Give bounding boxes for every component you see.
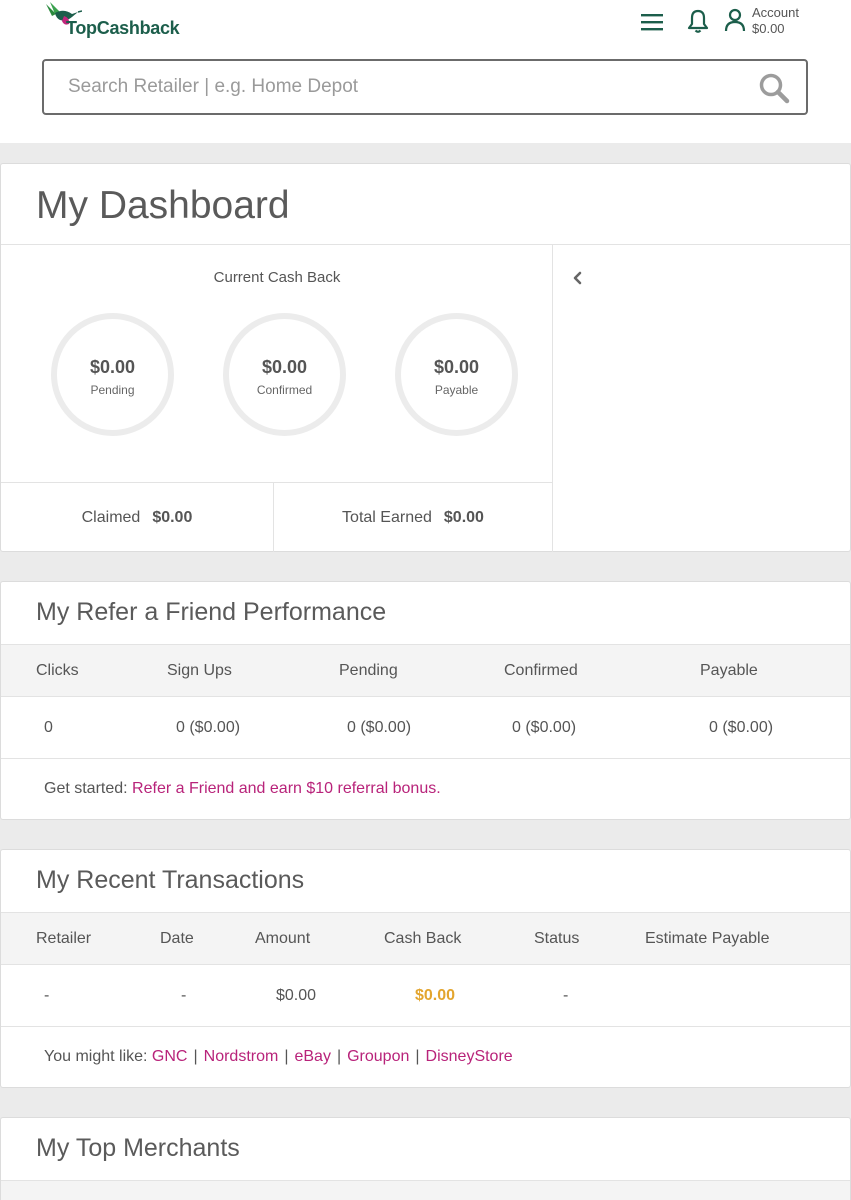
refer-a-friend-link[interactable]: Refer a Friend and earn $10 referral bon… — [132, 780, 441, 797]
confirmed-circle: $0.00 Confirmed — [223, 313, 346, 436]
column-header: Status — [534, 930, 580, 947]
separator: | — [284, 1048, 289, 1065]
table-row: - - $0.00 $0.00 - — [1, 965, 850, 1027]
confirmed-amount: $0.00 — [261, 357, 308, 377]
table-row: 0 0 ($0.00) 0 ($0.00) 0 ($0.00) 0 ($0.00… — [1, 697, 850, 759]
table-header: Retailer Date Amount Cash Back Status Es… — [1, 912, 850, 965]
payable-amount: $0.00 — [433, 357, 480, 377]
account-menu[interactable]: Account $0.00 — [724, 4, 814, 38]
suggestions-footer: You might like: GNC | Nordstrom | eBay | Group… — [44, 1048, 513, 1066]
column-header: Sign Ups — [167, 662, 232, 679]
table-cell: - — [181, 987, 187, 1004]
table-header: Clicks Sign Ups Pending Confirmed Payabl… — [1, 644, 850, 697]
table-cell: 0 ($0.00) — [512, 719, 577, 736]
total-earned-value: $0.00 — [443, 508, 484, 526]
total-earned-cell: Total Earned $0.00 — [274, 483, 552, 552]
table-cell: $0.00 — [415, 987, 456, 1004]
user-icon — [724, 8, 746, 32]
column-header: Amount — [255, 930, 311, 947]
column-header: Pending — [339, 662, 398, 679]
account-balance: $0.00 — [752, 21, 785, 36]
earnings-footer: Claimed $0.00 Total Earned $0.00 — [1, 482, 552, 552]
table-cell: 0 ($0.00) — [347, 719, 412, 736]
hamburger-menu-icon[interactable] — [641, 12, 663, 32]
column-header: Date — [160, 930, 194, 947]
separator: | — [336, 1048, 342, 1065]
payable-circle: $0.00 Payable — [395, 313, 518, 436]
page-title: My Dashboard — [36, 184, 290, 227]
pending-amount: $0.00 — [89, 357, 136, 377]
refer-a-friend-card: My Refer a Friend Performance Clicks Sig… — [0, 581, 851, 820]
table-cell: 0 ($0.00) — [709, 719, 774, 736]
section-title: My Recent Transactions — [36, 866, 305, 894]
current-cash-back-label: Current Cash Back — [213, 269, 341, 286]
claimed-cell: Claimed $0.00 — [1, 483, 274, 552]
you-might-like-label: You might like: — [44, 1048, 148, 1065]
section-title: My Refer a Friend Performance — [36, 598, 387, 626]
chevron-left-icon[interactable] — [571, 270, 585, 286]
column-header: Payable — [700, 662, 758, 679]
separator: | — [415, 1048, 420, 1065]
column-header: Cash Back — [384, 930, 462, 947]
table-cell: $0.00 — [276, 987, 317, 1004]
refer-footer: Get started: Refer a Friend and earn $10… — [44, 780, 441, 798]
payable-label: Payable — [434, 383, 479, 397]
column-header: Clicks — [36, 662, 79, 679]
pending-circle: $0.00 Pending — [51, 313, 174, 436]
suggestion-link-ebay[interactable]: eBay — [294, 1048, 330, 1065]
dashboard-card: My Dashboard Current Cash Back $0.00 Pen… — [0, 163, 851, 552]
confirmed-label: Confirmed — [256, 383, 313, 397]
section-title: My Top Merchants — [36, 1134, 240, 1162]
suggestion-link-disneystore[interactable]: DisneyStore — [426, 1048, 513, 1065]
account-label: Account — [752, 5, 799, 20]
claimed-value: $0.00 — [152, 508, 193, 526]
column-header: Retailer — [36, 930, 92, 947]
top-merchants-card: My Top Merchants — [0, 1117, 851, 1200]
table-cell: 0 — [44, 719, 53, 736]
bell-icon[interactable] — [686, 8, 710, 34]
table-cell: - — [563, 987, 569, 1004]
table-cell: - — [44, 987, 50, 1004]
table-header — [1, 1180, 850, 1200]
column-header: Confirmed — [504, 662, 578, 679]
suggestion-link-groupon[interactable]: Groupon — [347, 1048, 409, 1065]
pending-label: Pending — [90, 383, 135, 397]
retailer-search — [42, 59, 808, 115]
suggestion-link-gnc[interactable]: GNC — [152, 1048, 188, 1065]
separator: | — [193, 1048, 198, 1065]
get-started-label: Get started: — [44, 780, 128, 797]
cash-back-summary: Current Cash Back $0.00 Pending $0.00 Co… — [1, 245, 553, 552]
suggestion-link-nordstrom[interactable]: Nordstrom — [204, 1048, 279, 1065]
claimed-label: Claimed — [81, 508, 141, 526]
logo-text: TopCashback — [66, 18, 180, 38]
search-icon[interactable] — [758, 72, 790, 104]
total-earned-label: Total Earned — [342, 508, 432, 526]
table-cell: 0 ($0.00) — [176, 719, 241, 736]
recent-transactions-card: My Recent Transactions Retailer Date Amo… — [0, 849, 851, 1088]
column-header: Estimate Payable — [645, 930, 770, 947]
site-header: TopCashback Account $0.00 — [0, 0, 851, 143]
search-input[interactable] — [44, 61, 744, 113]
